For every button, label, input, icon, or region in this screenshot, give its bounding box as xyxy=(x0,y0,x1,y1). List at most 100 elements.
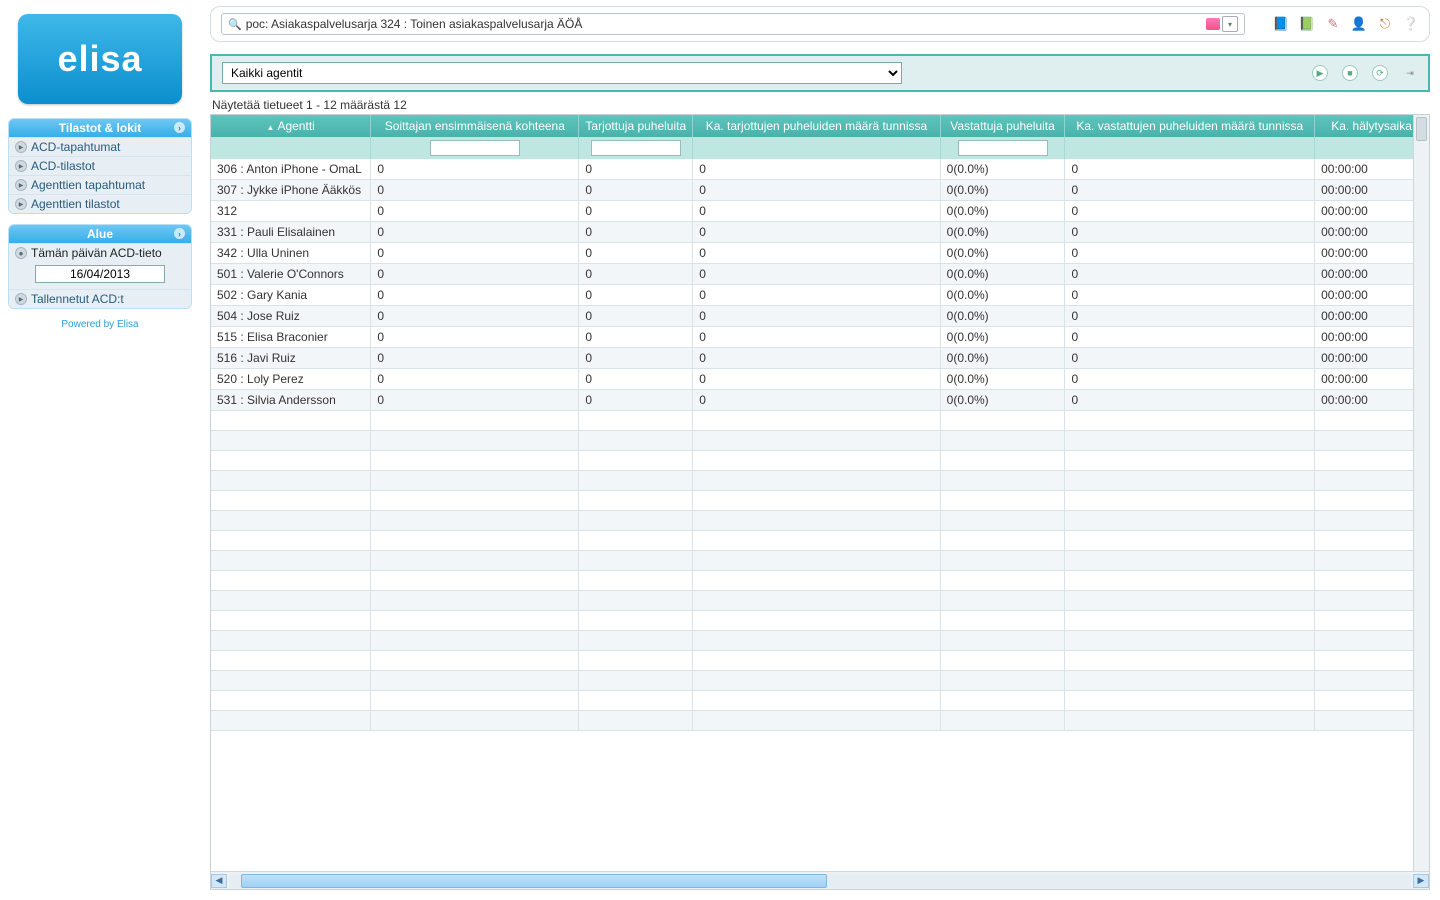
col-header-agent[interactable]: Agentti xyxy=(211,115,371,137)
table-row[interactable]: 342 : Ulla Uninen0000(0.0%)000:00:00 xyxy=(211,243,1429,264)
table-cell xyxy=(1315,511,1429,531)
col-header-first-target[interactable]: Soittajan ensimmäisenä kohteena xyxy=(371,115,579,137)
col-header-offered[interactable]: Tarjottuja puheluita xyxy=(579,115,693,137)
col-header-avg-offered[interactable]: Ka. tarjottujen puheluiden määrä tunniss… xyxy=(693,115,940,137)
table-cell: 0 xyxy=(693,201,940,222)
scrollbar-thumb[interactable] xyxy=(241,874,827,888)
refresh-icon[interactable]: ⟳ xyxy=(1372,65,1388,81)
vertical-scrollbar[interactable] xyxy=(1413,115,1429,871)
table-cell xyxy=(940,431,1065,451)
table-cell xyxy=(371,531,579,551)
table-cell xyxy=(1065,531,1315,551)
col-header-answered[interactable]: Vastattuja puheluita xyxy=(940,115,1065,137)
sidebar-item-agent-events[interactable]: Agenttien tapahtumat xyxy=(9,175,191,194)
scroll-right-button[interactable]: ▶ xyxy=(1413,874,1429,888)
table-cell: 0 xyxy=(579,390,693,411)
breadcrumb-search[interactable]: 🔍 poc: Asiakaspalvelusarja 324 : Toinen … xyxy=(221,13,1245,35)
scrollbar-track[interactable] xyxy=(229,874,1411,888)
table-cell: 0 xyxy=(371,390,579,411)
pin-icon[interactable]: ⇥ xyxy=(1402,65,1418,81)
notes-icon[interactable]: ✎ xyxy=(1325,16,1341,32)
table-cell: 0 xyxy=(579,159,693,180)
table-cell xyxy=(579,411,693,431)
agent-select[interactable]: Kaikki agentit xyxy=(222,62,902,84)
table-row[interactable]: 331 : Pauli Elisalainen0000(0.0%)000:00:… xyxy=(211,222,1429,243)
table-row[interactable]: 306 : Anton iPhone - OmaL0000(0.0%)000:0… xyxy=(211,159,1429,180)
horizontal-scrollbar[interactable]: ◀ ▶ xyxy=(211,871,1429,889)
table-row[interactable]: 504 : Jose Ruiz0000(0.0%)000:00:00 xyxy=(211,306,1429,327)
table-cell xyxy=(693,431,940,451)
table-cell xyxy=(211,431,371,451)
filter-input-first-target[interactable] xyxy=(430,140,520,156)
table-cell: 0 xyxy=(1065,180,1315,201)
table-row[interactable]: 502 : Gary Kania0000(0.0%)000:00:00 xyxy=(211,285,1429,306)
help-icon[interactable]: ❔ xyxy=(1403,16,1419,32)
table-row[interactable]: 520 : Loly Perez0000(0.0%)000:00:00 xyxy=(211,369,1429,390)
filter-input-answered[interactable] xyxy=(958,140,1048,156)
date-input[interactable] xyxy=(35,265,165,283)
table-cell xyxy=(579,711,693,731)
table-cell xyxy=(211,611,371,631)
bullet-icon xyxy=(15,141,27,153)
table-row[interactable]: 3120000(0.0%)000:00:00 xyxy=(211,201,1429,222)
table-cell: 0(0.0%) xyxy=(940,222,1065,243)
table-area: Agentti Soittajan ensimmäisenä kohteena … xyxy=(210,114,1430,890)
table-cell xyxy=(693,491,940,511)
table-cell xyxy=(211,511,371,531)
col-header-alert-time[interactable]: Ka. hälytysaika xyxy=(1315,115,1429,137)
chevron-down-icon[interactable]: ▾ xyxy=(1222,16,1238,32)
chevron-right-icon[interactable]: › xyxy=(174,228,185,239)
table-row[interactable]: 501 : Valerie O'Connors0000(0.0%)000:00:… xyxy=(211,264,1429,285)
table-row[interactable]: 515 : Elisa Braconier0000(0.0%)000:00:00 xyxy=(211,327,1429,348)
panel-area: Alue› ●Tämän päivän ACD-tieto Tallennetu… xyxy=(8,224,192,309)
table-cell xyxy=(211,451,371,471)
table-cell xyxy=(693,471,940,491)
sidebar-item-today-acd[interactable]: ●Tämän päivän ACD-tieto xyxy=(9,243,191,262)
sidebar-item-label: Tallennetut ACD:t xyxy=(31,292,124,306)
table-row[interactable]: 531 : Silvia Andersson0000(0.0%)000:00:0… xyxy=(211,390,1429,411)
table-row[interactable]: 307 : Jykke iPhone Ääkkös0000(0.0%)000:0… xyxy=(211,180,1429,201)
table-cell xyxy=(211,411,371,431)
table-cell: 331 : Pauli Elisalainen xyxy=(211,222,371,243)
col-header-avg-answered[interactable]: Ka. vastattujen puheluiden määrä tunniss… xyxy=(1065,115,1315,137)
sidebar-item-saved-acd[interactable]: Tallennetut ACD:t xyxy=(9,289,191,308)
sidebar-item-acd-stats[interactable]: ACD-tilastot xyxy=(9,156,191,175)
scrollbar-thumb[interactable] xyxy=(1416,117,1427,141)
sidebar-item-acd-events[interactable]: ACD-tapahtumat xyxy=(9,137,191,156)
table-cell xyxy=(1065,491,1315,511)
table-cell: 0 xyxy=(693,348,940,369)
stop-icon[interactable]: ■ xyxy=(1342,65,1358,81)
table-row xyxy=(211,491,1429,511)
brand-text: elisa xyxy=(57,38,142,80)
sidebar-item-label: Agenttien tapahtumat xyxy=(31,178,145,192)
table-cell: 0(0.0%) xyxy=(940,264,1065,285)
table-cell xyxy=(211,471,371,491)
exit-icon[interactable]: ⎋ xyxy=(1377,16,1393,32)
user-icon[interactable]: 👤 xyxy=(1351,16,1367,32)
panel-stats-title-text: Tilastot & lokit xyxy=(59,121,141,135)
table-cell xyxy=(371,631,579,651)
table-row[interactable]: 516 : Javi Ruiz0000(0.0%)000:00:00 xyxy=(211,348,1429,369)
table-cell: 504 : Jose Ruiz xyxy=(211,306,371,327)
table-cell xyxy=(940,671,1065,691)
table-cell xyxy=(371,491,579,511)
chevron-right-icon[interactable]: › xyxy=(174,122,185,133)
scroll-left-button[interactable]: ◀ xyxy=(211,874,227,888)
table-cell xyxy=(940,711,1065,731)
search-icon: 🔍 xyxy=(228,18,242,31)
table-cell xyxy=(940,591,1065,611)
table-cell: 502 : Gary Kania xyxy=(211,285,371,306)
table-cell: 0 xyxy=(1065,327,1315,348)
sidebar-item-agent-stats[interactable]: Agenttien tilastot xyxy=(9,194,191,213)
table-cell xyxy=(1315,571,1429,591)
table-cell xyxy=(1315,411,1429,431)
table-cell xyxy=(940,651,1065,671)
export-excel-icon[interactable]: 📗 xyxy=(1299,16,1315,32)
eraser-icon[interactable] xyxy=(1206,18,1220,30)
sidebar-item-label: Agenttien tilastot xyxy=(31,197,120,211)
table-cell xyxy=(371,671,579,691)
play-icon[interactable]: ▶ xyxy=(1312,65,1328,81)
table-cell xyxy=(1315,651,1429,671)
export-word-icon[interactable]: 📘 xyxy=(1273,16,1289,32)
filter-input-offered[interactable] xyxy=(591,140,681,156)
